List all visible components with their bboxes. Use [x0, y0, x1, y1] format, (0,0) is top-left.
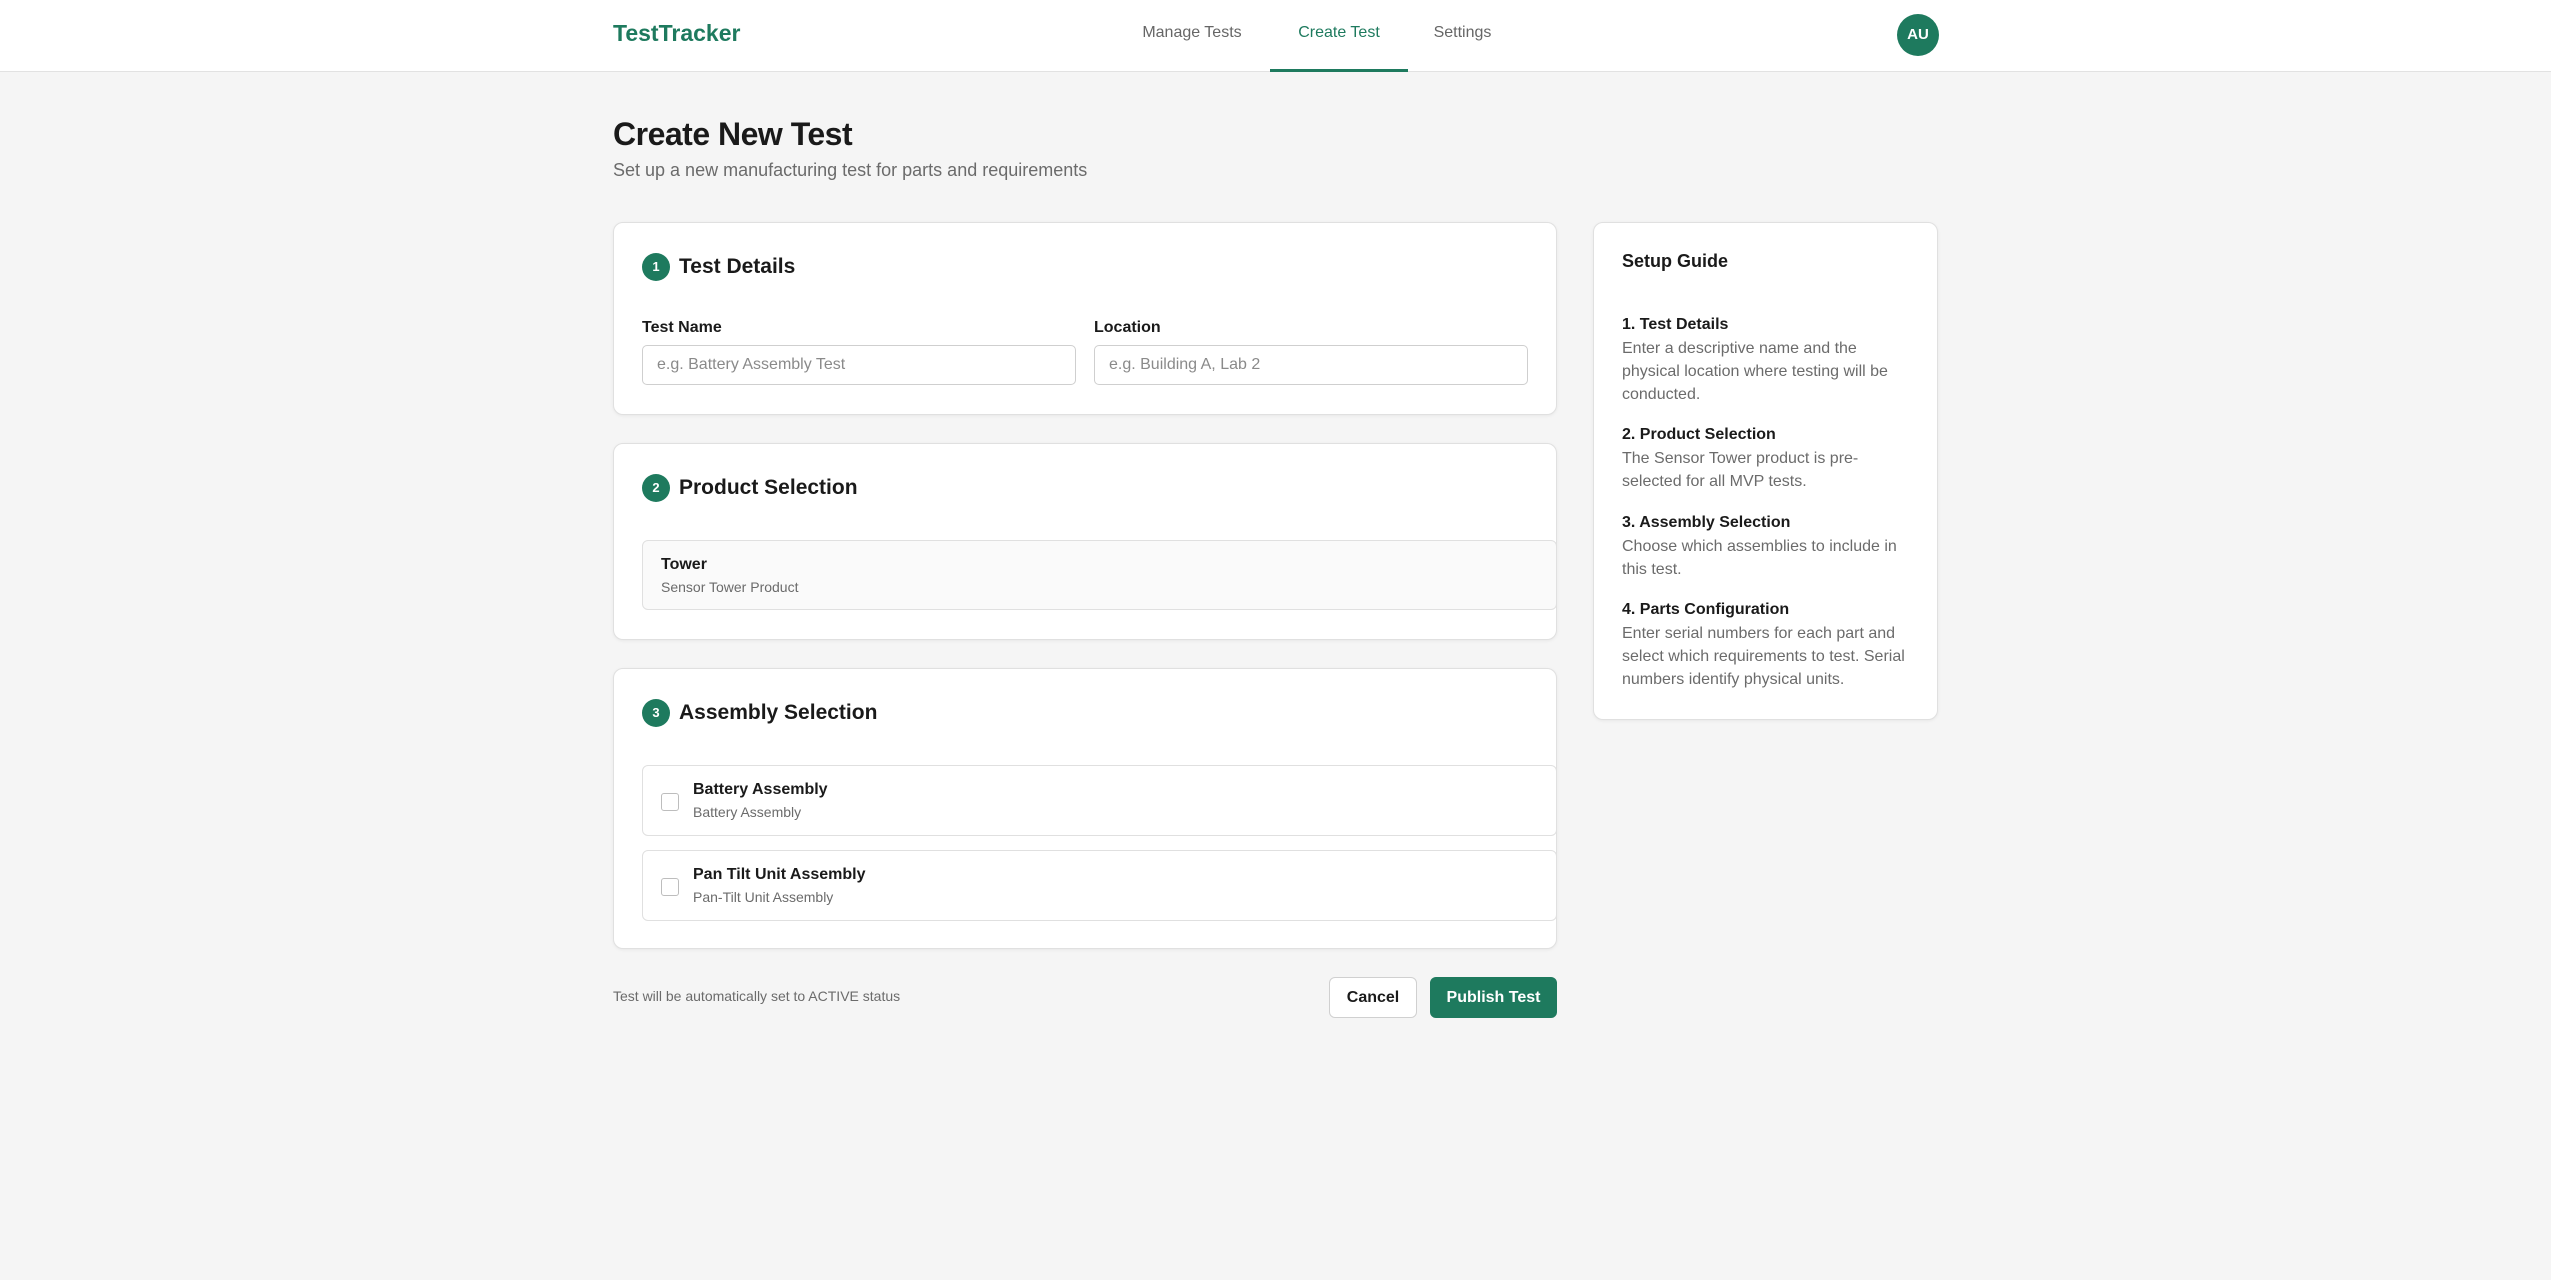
product-name: Tower	[661, 556, 707, 573]
guide-step-description: The Sensor Tower product is pre-selected…	[1622, 450, 1859, 490]
test-name-label: Test Name	[642, 319, 722, 336]
guide-step-description: Enter serial numbers for each part and s…	[1622, 625, 1905, 688]
guide-step: 2. Product Selection The Sensor Tower pr…	[1622, 425, 1912, 493]
guide-step-title: 1. Test Details	[1622, 316, 1729, 333]
assembly-selection-title: Assembly Selection	[679, 701, 878, 724]
setup-guide-panel: Setup Guide 1. Test Details Enter a desc…	[1593, 222, 1938, 720]
product-selection-title: Product Selection	[679, 476, 858, 499]
page-title: Create New Test	[613, 116, 853, 152]
step-number-3: 3	[642, 699, 670, 727]
pan-tilt-assembly-checkbox[interactable]	[661, 878, 679, 896]
publish-test-button[interactable]: Publish Test	[1430, 977, 1557, 1018]
assembly-description: Battery Assembly	[693, 804, 802, 820]
assembly-name: Pan Tilt Unit Assembly	[693, 866, 866, 883]
assembly-option-pan-tilt[interactable]: Pan Tilt Unit Assembly Pan-Tilt Unit Ass…	[642, 850, 1557, 921]
guide-step: 1. Test Details Enter a descriptive name…	[1622, 315, 1912, 406]
assembly-option-battery[interactable]: Battery Assembly Battery Assembly	[642, 765, 1557, 836]
guide-step: 3. Assembly Selection Choose which assem…	[1622, 513, 1912, 581]
assembly-name: Battery Assembly	[693, 781, 828, 798]
status-note: Test will be automatically set to ACTIVE…	[613, 988, 901, 1004]
guide-step-title: 3. Assembly Selection	[1622, 514, 1791, 531]
brand-logo[interactable]: TestTracker	[613, 20, 740, 47]
top-navbar: TestTracker Manage Tests Create Test Set…	[0, 0, 2551, 72]
assembly-description: Pan-Tilt Unit Assembly	[693, 889, 834, 905]
guide-step: 4. Parts Configuration Enter serial numb…	[1622, 600, 1912, 691]
selected-product: Tower Sensor Tower Product	[642, 540, 1557, 610]
cancel-button[interactable]: Cancel	[1329, 977, 1417, 1018]
guide-step-title: 4. Parts Configuration	[1622, 601, 1790, 618]
test-details-card: 1 Test Details Test Name Location	[613, 222, 1557, 415]
page-subtitle: Set up a new manufacturing test for part…	[613, 160, 1088, 180]
assembly-selection-card: 3 Assembly Selection Battery Assembly Ba…	[613, 668, 1557, 949]
guide-step-description: Choose which assemblies to include in th…	[1622, 538, 1897, 578]
step-number-2: 2	[642, 474, 670, 502]
location-label: Location	[1094, 319, 1161, 336]
product-description: Sensor Tower Product	[661, 579, 799, 595]
tab-settings[interactable]: Settings	[1425, 0, 1500, 72]
location-input[interactable]	[1094, 345, 1528, 385]
guide-step-description: Enter a descriptive name and the physica…	[1622, 340, 1888, 403]
product-selection-card: 2 Product Selection Tower Sensor Tower P…	[613, 443, 1557, 640]
battery-assembly-checkbox[interactable]	[661, 793, 679, 811]
step-number-1: 1	[642, 253, 670, 281]
tab-manage-tests[interactable]: Manage Tests	[1130, 0, 1254, 72]
setup-guide-title: Setup Guide	[1622, 251, 1729, 271]
avatar[interactable]: AU	[1897, 14, 1939, 56]
guide-step-title: 2. Product Selection	[1622, 426, 1776, 443]
test-name-input[interactable]	[642, 345, 1076, 385]
test-details-title: Test Details	[679, 255, 796, 278]
tab-create-test[interactable]: Create Test	[1270, 0, 1408, 72]
